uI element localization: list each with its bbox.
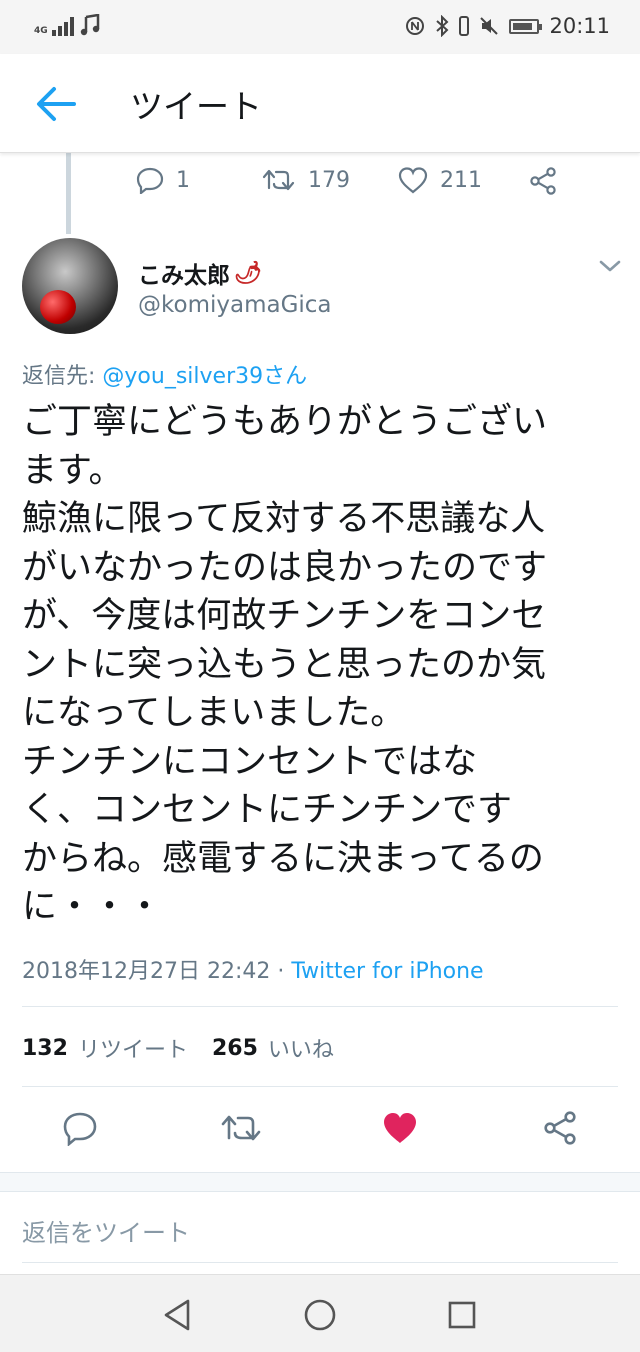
retweets-number: 132	[22, 1035, 68, 1061]
author-handle[interactable]: @komiyamaGica	[138, 292, 332, 318]
reply-button[interactable]	[62, 1110, 98, 1147]
mute-icon	[480, 17, 499, 35]
nfc-icon	[406, 17, 425, 35]
retweets-stat[interactable]: 132 リツイート	[22, 1032, 188, 1064]
likes-label: いいね	[267, 1038, 334, 1063]
tweet-options-button[interactable]	[596, 256, 624, 276]
app-bar: ツイート	[0, 54, 640, 153]
retweets-label: リツイート	[77, 1038, 188, 1063]
likes-number: 265	[211, 1035, 258, 1061]
prev-like-count: 211	[440, 167, 482, 193]
back-button[interactable]	[34, 84, 78, 124]
network-type: 4G	[34, 26, 48, 36]
vibrate-icon	[459, 16, 470, 36]
share-icon	[530, 167, 556, 195]
reply-to-line: 返信先: @you_silver39さん	[22, 358, 307, 390]
clock: 20:11	[549, 14, 610, 38]
retweet-button[interactable]	[220, 1110, 262, 1146]
status-left: 4G	[34, 14, 100, 36]
tweet-meta: 2018年12月27日 22:42 · Twitter for iPhone	[22, 953, 484, 985]
prev-share-button[interactable]	[528, 166, 558, 196]
square-recents-icon	[448, 1301, 476, 1329]
prev-reply-count: 1	[176, 167, 190, 193]
previous-tweet-actions: 1 179 211	[134, 166, 574, 200]
meta-separator: ·	[270, 959, 292, 984]
circle-home-icon	[304, 1299, 336, 1331]
reply-mention-link[interactable]: @you_silver39さん	[102, 364, 307, 389]
share-button[interactable]	[542, 1110, 578, 1146]
nav-recents-button[interactable]	[442, 1295, 482, 1335]
divider	[22, 1006, 618, 1007]
status-right: 20:11	[405, 14, 610, 38]
system-nav-bar	[0, 1274, 640, 1352]
reply-icon	[136, 167, 164, 194]
reply-to-prefix: 返信先:	[22, 364, 103, 389]
heart-filled-icon	[384, 1113, 416, 1143]
page-title: ツイート	[130, 87, 262, 126]
reply-input[interactable]: 返信をツイート	[22, 1206, 618, 1263]
like-button[interactable]	[382, 1110, 418, 1146]
likes-stat[interactable]: 265 いいね	[212, 1032, 334, 1064]
prev-reply-button[interactable]: 1	[136, 166, 190, 194]
nav-home-button[interactable]	[300, 1295, 340, 1335]
divider	[22, 1086, 618, 1087]
tweet-timestamp: 2018年12月27日 22:42	[22, 959, 271, 984]
music-icon	[80, 14, 100, 36]
triangle-back-icon	[164, 1299, 190, 1331]
status-bar: 4G 20:11	[0, 0, 640, 54]
reply-icon	[63, 1112, 97, 1147]
retweet-icon	[221, 1115, 261, 1141]
author-name[interactable]: こみ太郎 🌶	[138, 256, 262, 290]
battery-icon	[509, 18, 543, 34]
prev-like-button[interactable]: 211	[398, 166, 482, 194]
section-separator	[0, 1172, 640, 1192]
tweet-actions	[0, 1110, 640, 1150]
retweet-icon	[262, 169, 295, 191]
tweet-source-link[interactable]: Twitter for iPhone	[291, 959, 483, 984]
signal-icon	[52, 16, 74, 36]
apple-image	[40, 290, 76, 324]
display-name: こみ太郎	[138, 263, 230, 289]
arrow-left-icon	[37, 87, 76, 121]
bluetooth-icon	[436, 15, 449, 37]
heart-outline-icon	[398, 167, 428, 194]
avatar[interactable]	[22, 238, 118, 334]
nav-back-button[interactable]	[158, 1295, 198, 1335]
share-icon	[544, 1111, 576, 1145]
chili-pepper-icon: 🌶	[234, 260, 262, 286]
engagement-counts: 132 リツイート 265 いいね	[22, 1032, 334, 1064]
chevron-down-icon	[599, 260, 621, 272]
tweet-text: ご丁寧にどうもありがとうござい ます。 鯨漁に限って反対する不思議な人 がいなか…	[22, 402, 548, 927]
prev-retweet-button[interactable]: 179	[262, 166, 350, 194]
thread-connector-line	[66, 152, 71, 234]
prev-retweet-count: 179	[308, 167, 350, 193]
